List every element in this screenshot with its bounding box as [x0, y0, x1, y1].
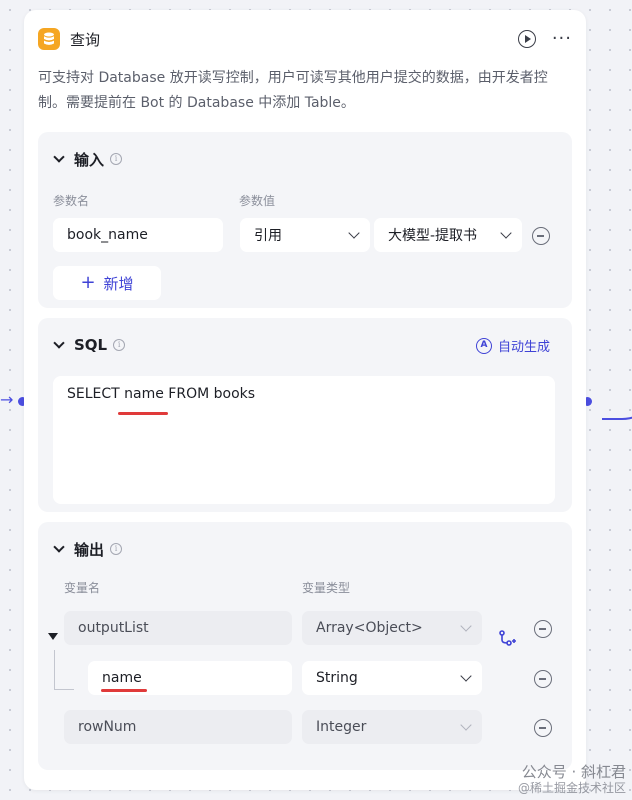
- tree-connector: [54, 650, 74, 690]
- output-var-type: String: [316, 670, 358, 686]
- add-param-button[interactable]: + 新增: [53, 266, 161, 300]
- more-options-icon[interactable]: ···: [552, 30, 572, 48]
- output-var-type-select[interactable]: Array<Object>: [302, 611, 482, 645]
- param-type-select[interactable]: 引用: [240, 218, 370, 252]
- chevron-down-icon: [460, 620, 472, 632]
- output-var-name: outputList: [78, 620, 149, 636]
- output-var-name-field[interactable]: outputList: [64, 611, 292, 645]
- highlight-underline: [101, 689, 147, 692]
- plus-icon: +: [80, 272, 96, 293]
- play-icon[interactable]: [517, 30, 536, 48]
- ai-generate-icon: A: [475, 337, 492, 354]
- auto-generate-button[interactable]: A 自动生成: [475, 336, 550, 355]
- node-title: 查询: [70, 30, 101, 49]
- remove-param-icon[interactable]: [532, 227, 550, 245]
- tree-collapse-icon[interactable]: [48, 633, 58, 640]
- sql-section-title: SQL: [74, 336, 108, 354]
- add-param-label: 新增: [103, 274, 134, 293]
- add-child-icon[interactable]: [498, 630, 516, 650]
- chevron-down-icon: [460, 719, 472, 731]
- connection-edge: [602, 330, 632, 420]
- output-section: 输出 i 变量名 变量类型 outputList Array<Object> n…: [38, 522, 572, 770]
- info-icon[interactable]: i: [110, 543, 123, 555]
- remove-output-icon[interactable]: [534, 620, 552, 638]
- info-icon[interactable]: i: [110, 153, 123, 165]
- param-reference-value: 大模型-提取书: [388, 228, 478, 244]
- collapse-chevron-icon[interactable]: [52, 542, 66, 556]
- watermark-line-1: 公众号 · 斜杠君: [521, 763, 626, 781]
- output-var-name-field[interactable]: rowNum: [64, 710, 292, 744]
- output-section-title: 输出: [74, 540, 105, 559]
- output-var-name: name: [102, 670, 142, 686]
- param-name-value: book_name: [67, 227, 148, 243]
- collapse-chevron-icon[interactable]: [52, 152, 66, 166]
- query-node-card[interactable]: 查询 ··· 可支持对 Database 放开读写控制，用户可读写其他用户提交的…: [24, 10, 586, 790]
- chevron-down-icon: [348, 227, 360, 239]
- watermark-line-2: @稀土掘金技术社区: [517, 781, 626, 795]
- node-description: 可支持对 Database 放开读写控制，用户可读写其他用户提交的数据，由开发者…: [38, 70, 548, 111]
- chevron-down-icon: [500, 227, 512, 239]
- incoming-arrow-icon: →: [0, 390, 14, 409]
- sql-editor[interactable]: SELECT name FROM books: [53, 376, 555, 504]
- output-var-type: Integer: [316, 719, 367, 735]
- output-var-type-select[interactable]: Integer: [302, 710, 482, 744]
- node-header: 查询 ···: [38, 26, 572, 52]
- param-value-label: 参数值: [239, 194, 276, 208]
- var-type-label: 变量类型: [302, 581, 351, 595]
- highlight-underline: [118, 412, 168, 415]
- collapse-chevron-icon[interactable]: [52, 338, 66, 352]
- remove-output-icon[interactable]: [534, 670, 552, 688]
- param-name-input[interactable]: book_name: [53, 218, 223, 252]
- param-type-value: 引用: [254, 228, 282, 244]
- var-name-label: 变量名: [64, 581, 101, 595]
- param-name-label: 参数名: [53, 194, 90, 208]
- sql-section: SQL i A 自动生成 SELECT name FROM books: [38, 318, 572, 512]
- chevron-down-icon: [460, 670, 472, 682]
- watermark: 公众号 · 斜杠君 @稀土掘金技术社区: [518, 764, 626, 796]
- auto-generate-label: 自动生成: [497, 340, 550, 355]
- param-reference-select[interactable]: 大模型-提取书: [374, 218, 522, 252]
- output-var-name: rowNum: [78, 719, 137, 735]
- input-section-title: 输入: [74, 150, 105, 169]
- input-section: 输入 i 参数名 参数值 book_name 引用 大模型-提取书 + 新增: [38, 132, 572, 308]
- info-icon[interactable]: i: [113, 339, 126, 351]
- output-var-type-select[interactable]: String: [302, 661, 482, 695]
- output-var-type: Array<Object>: [316, 620, 423, 636]
- database-icon: [38, 28, 60, 50]
- remove-output-icon[interactable]: [534, 719, 552, 737]
- sql-query-text: SELECT name FROM books: [67, 386, 256, 402]
